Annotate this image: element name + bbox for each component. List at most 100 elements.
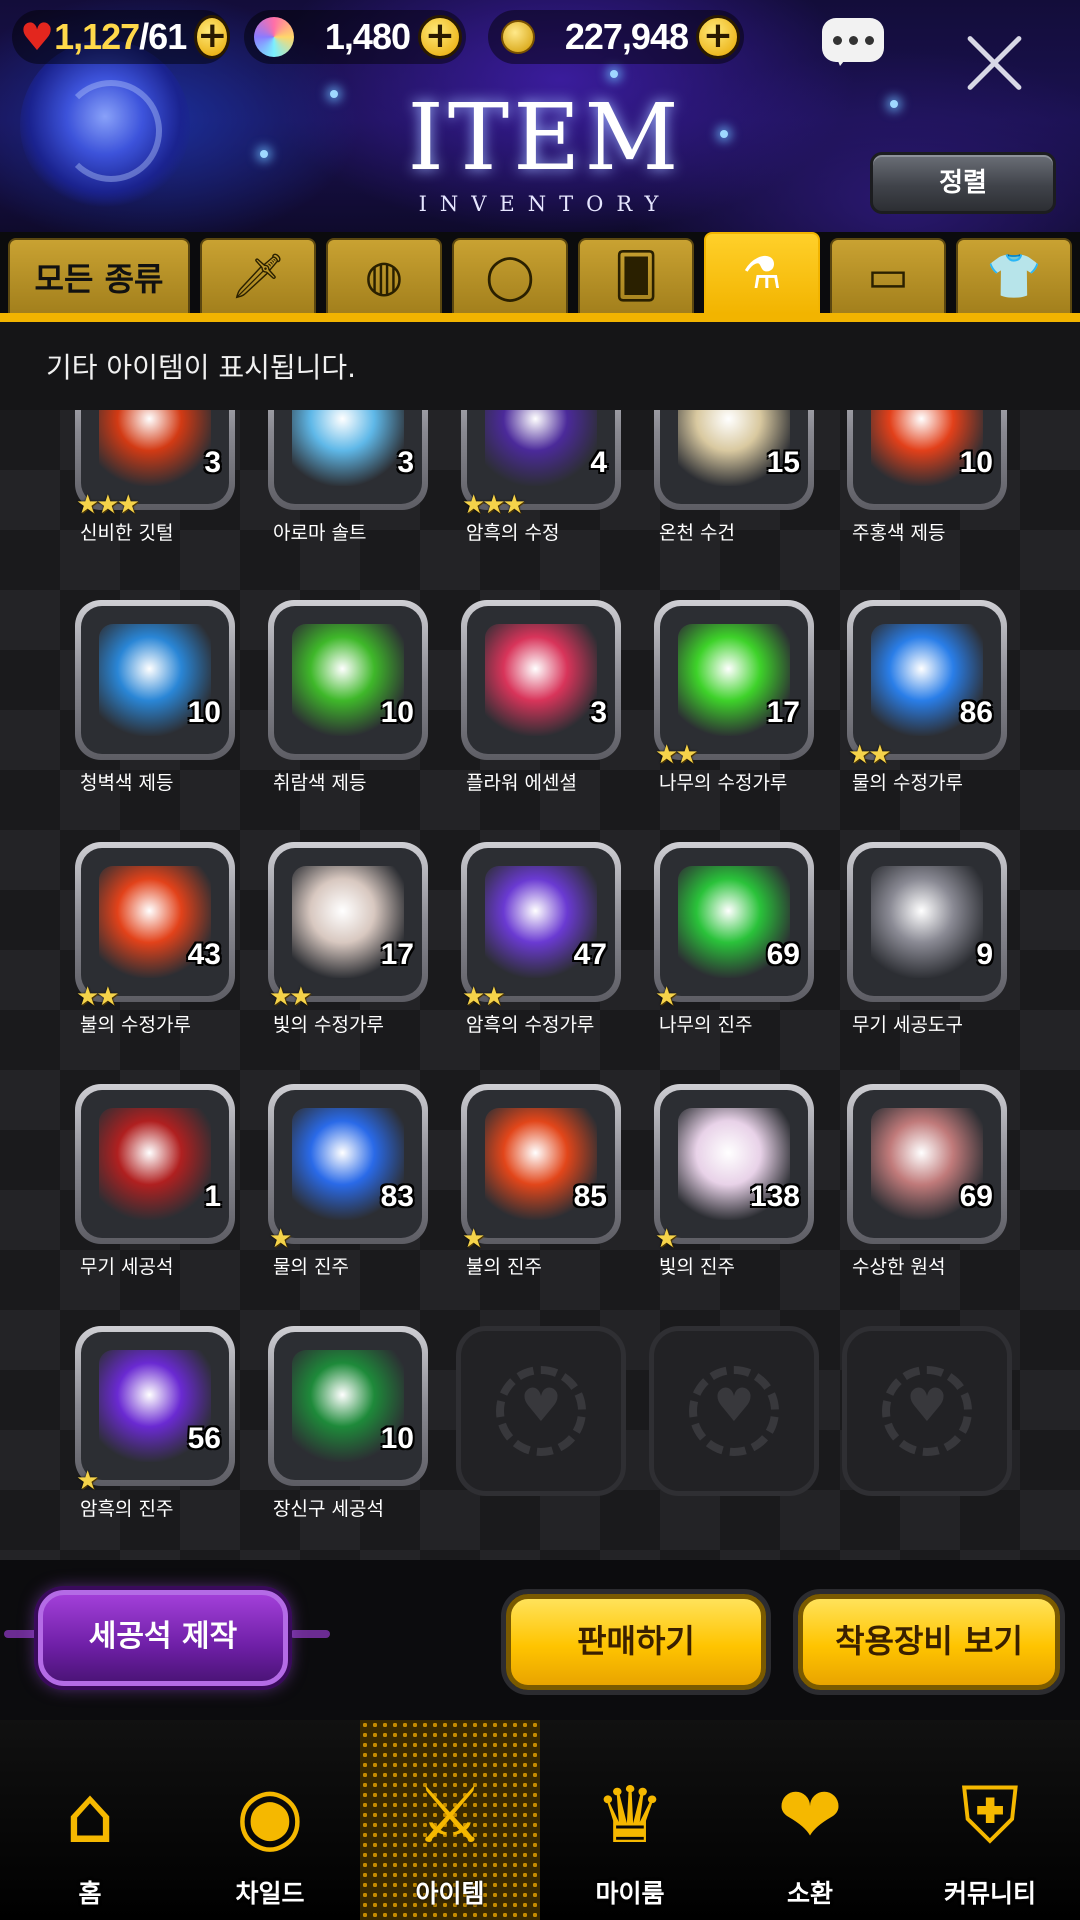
- item-slot[interactable]: 10 취람색 제등: [263, 600, 433, 805]
- nav-community[interactable]: ⛨ 커뮤니티: [900, 1720, 1080, 1920]
- item-icon: [871, 866, 983, 978]
- item-quantity: 10: [959, 446, 993, 479]
- item-slot[interactable]: 10 청벽색 제등: [70, 600, 240, 805]
- item-slot[interactable]: 43 ★★ 불의 수정가루: [70, 842, 240, 1047]
- nav-home[interactable]: ⌂ 홈: [0, 1720, 180, 1920]
- nav-item-label: 아이템: [415, 1879, 485, 1908]
- item-name: 수상한 원석: [852, 1256, 946, 1278]
- gold-counter: 227,948 +: [488, 10, 744, 64]
- tab-frame[interactable]: ▭: [830, 238, 946, 316]
- locked-heart-icon: [496, 1366, 586, 1456]
- view-equipped-button[interactable]: 착용장비 보기: [798, 1594, 1060, 1690]
- item-name: 암흑의 수정가루: [466, 1014, 595, 1036]
- sell-button[interactable]: 판매하기: [506, 1594, 766, 1690]
- item-slot[interactable]: 3 플라워 에센셜: [456, 600, 626, 805]
- tab-all-types[interactable]: 모든 종류: [8, 238, 190, 316]
- item-name: 온천 수건: [659, 522, 735, 544]
- home-arch-icon: ⌂: [65, 1771, 115, 1861]
- nav-summon[interactable]: ❤ 소환: [720, 1720, 900, 1920]
- sort-button[interactable]: 정렬: [870, 152, 1056, 214]
- item-slot[interactable]: 10 주홍색 제등: [842, 410, 1012, 555]
- nav-summon-label: 소환: [786, 1879, 833, 1908]
- craft-gem-button[interactable]: 세공석 제작: [38, 1590, 288, 1686]
- item-name: 장신구 세공석: [273, 1498, 384, 1520]
- tab-accessory[interactable]: ◯: [452, 238, 568, 316]
- item-frame: 138: [654, 1084, 814, 1244]
- item-name: 빛의 수정가루: [273, 1014, 384, 1036]
- item-slot[interactable]: 83 ★ 물의 진주: [263, 1084, 433, 1289]
- empty-slot: [842, 1326, 1012, 1531]
- close-icon[interactable]: [962, 30, 1028, 96]
- sparkle: [890, 100, 898, 108]
- item-slot[interactable]: 15 온천 수건: [649, 410, 819, 555]
- item-name: 나무의 진주: [659, 1014, 753, 1036]
- hearts-current: 1,127: [54, 16, 140, 57]
- item-slot[interactable]: 85 ★ 불의 진주: [456, 1084, 626, 1289]
- item-slot[interactable]: 47 ★★ 암흑의 수정가루: [456, 842, 626, 1047]
- item-slot[interactable]: 10 장신구 세공석: [263, 1326, 433, 1531]
- nav-myroom[interactable]: ♛ 마이룸: [540, 1720, 720, 1920]
- empty-slot-frame: [456, 1326, 626, 1496]
- item-quantity: 56: [187, 1422, 221, 1455]
- item-slot[interactable]: 4 ★★★ 암흑의 수정: [456, 410, 626, 555]
- tab-misc[interactable]: ⚗: [704, 232, 820, 316]
- item-quantity: 10: [380, 1422, 414, 1455]
- add-hearts-button[interactable]: +: [194, 15, 231, 59]
- item-quantity: 3: [397, 446, 414, 479]
- nav-child[interactable]: ◉ 차일드: [180, 1720, 360, 1920]
- empty-slot: [456, 1326, 626, 1531]
- chat-icon[interactable]: [822, 18, 884, 66]
- item-frame: 17: [268, 842, 428, 1002]
- item-slot[interactable]: 69 수상한 원석: [842, 1084, 1012, 1289]
- nav-home-label: 홈: [78, 1879, 102, 1908]
- sparkle: [720, 130, 728, 138]
- item-slot[interactable]: 3 ★★★ 신비한 깃털: [70, 410, 240, 555]
- item-slot[interactable]: 56 ★ 암흑의 진주: [70, 1326, 240, 1531]
- page-title: ITEM: [407, 84, 683, 191]
- item-slot[interactable]: 3 아로마 솔트: [263, 410, 433, 555]
- rarity-stars: ★★: [848, 740, 892, 770]
- item-icon: [292, 410, 404, 486]
- item-name: 주홍색 제등: [852, 522, 946, 544]
- item-icon: [485, 624, 597, 736]
- item-frame: 56: [75, 1326, 235, 1486]
- heart-bottle-icon: ❤: [777, 1771, 843, 1861]
- frame-icon: ▭: [867, 251, 909, 302]
- item-slot[interactable]: 86 ★★ 물의 수정가루: [842, 600, 1012, 805]
- craft-decoration: [290, 1630, 330, 1638]
- tab-card[interactable]: 🂠: [578, 238, 694, 316]
- tab-all-types-label: 모든 종류: [34, 260, 164, 298]
- item-grid[interactable]: 3 ★★★ 신비한 깃털 3 아로마 솔트 4 ★★★ 암흑의 수정 15 온천 수건 10 주홍색 …: [0, 410, 1080, 1560]
- item-quantity: 3: [590, 696, 607, 729]
- item-slot[interactable]: 17 ★★ 빛의 수정가루: [263, 842, 433, 1047]
- item-quantity: 3: [204, 446, 221, 479]
- item-slot[interactable]: 69 ★ 나무의 진주: [649, 842, 819, 1047]
- tab-costume[interactable]: 👕: [956, 238, 1072, 316]
- item-slot[interactable]: 17 ★★ 나무의 수정가루: [649, 600, 819, 805]
- nav-item[interactable]: ⚔ 아이템: [360, 1720, 540, 1920]
- item-frame: 47: [461, 842, 621, 1002]
- tab-weapon[interactable]: 🗡: [200, 238, 316, 316]
- item-quantity: 17: [380, 938, 414, 971]
- tab-armor[interactable]: ◍: [326, 238, 442, 316]
- add-gems-button[interactable]: +: [418, 15, 462, 59]
- card-icon: 🂠: [613, 251, 659, 302]
- rarity-stars: ★★: [655, 740, 699, 770]
- item-frame: 10: [268, 600, 428, 760]
- gems-value: 1,480: [324, 16, 411, 57]
- item-frame: 85: [461, 1084, 621, 1244]
- hearts-max: /61: [139, 16, 187, 57]
- item-frame: 3: [461, 600, 621, 760]
- sparkle: [610, 70, 618, 78]
- shield-icon: ◍: [364, 251, 404, 302]
- item-quantity: 10: [380, 696, 414, 729]
- add-gold-button[interactable]: +: [696, 15, 740, 59]
- item-name: 취람색 제등: [273, 772, 367, 794]
- item-slot[interactable]: 9 무기 세공도구: [842, 842, 1012, 1047]
- item-frame: 10: [75, 600, 235, 760]
- item-slot[interactable]: 1 무기 세공석: [70, 1084, 240, 1289]
- item-quantity: 83: [380, 1180, 414, 1213]
- item-slot[interactable]: 138 ★ 빛의 진주: [649, 1084, 819, 1289]
- rarity-stars: ★: [462, 1224, 485, 1254]
- empty-slot-frame: [842, 1326, 1012, 1496]
